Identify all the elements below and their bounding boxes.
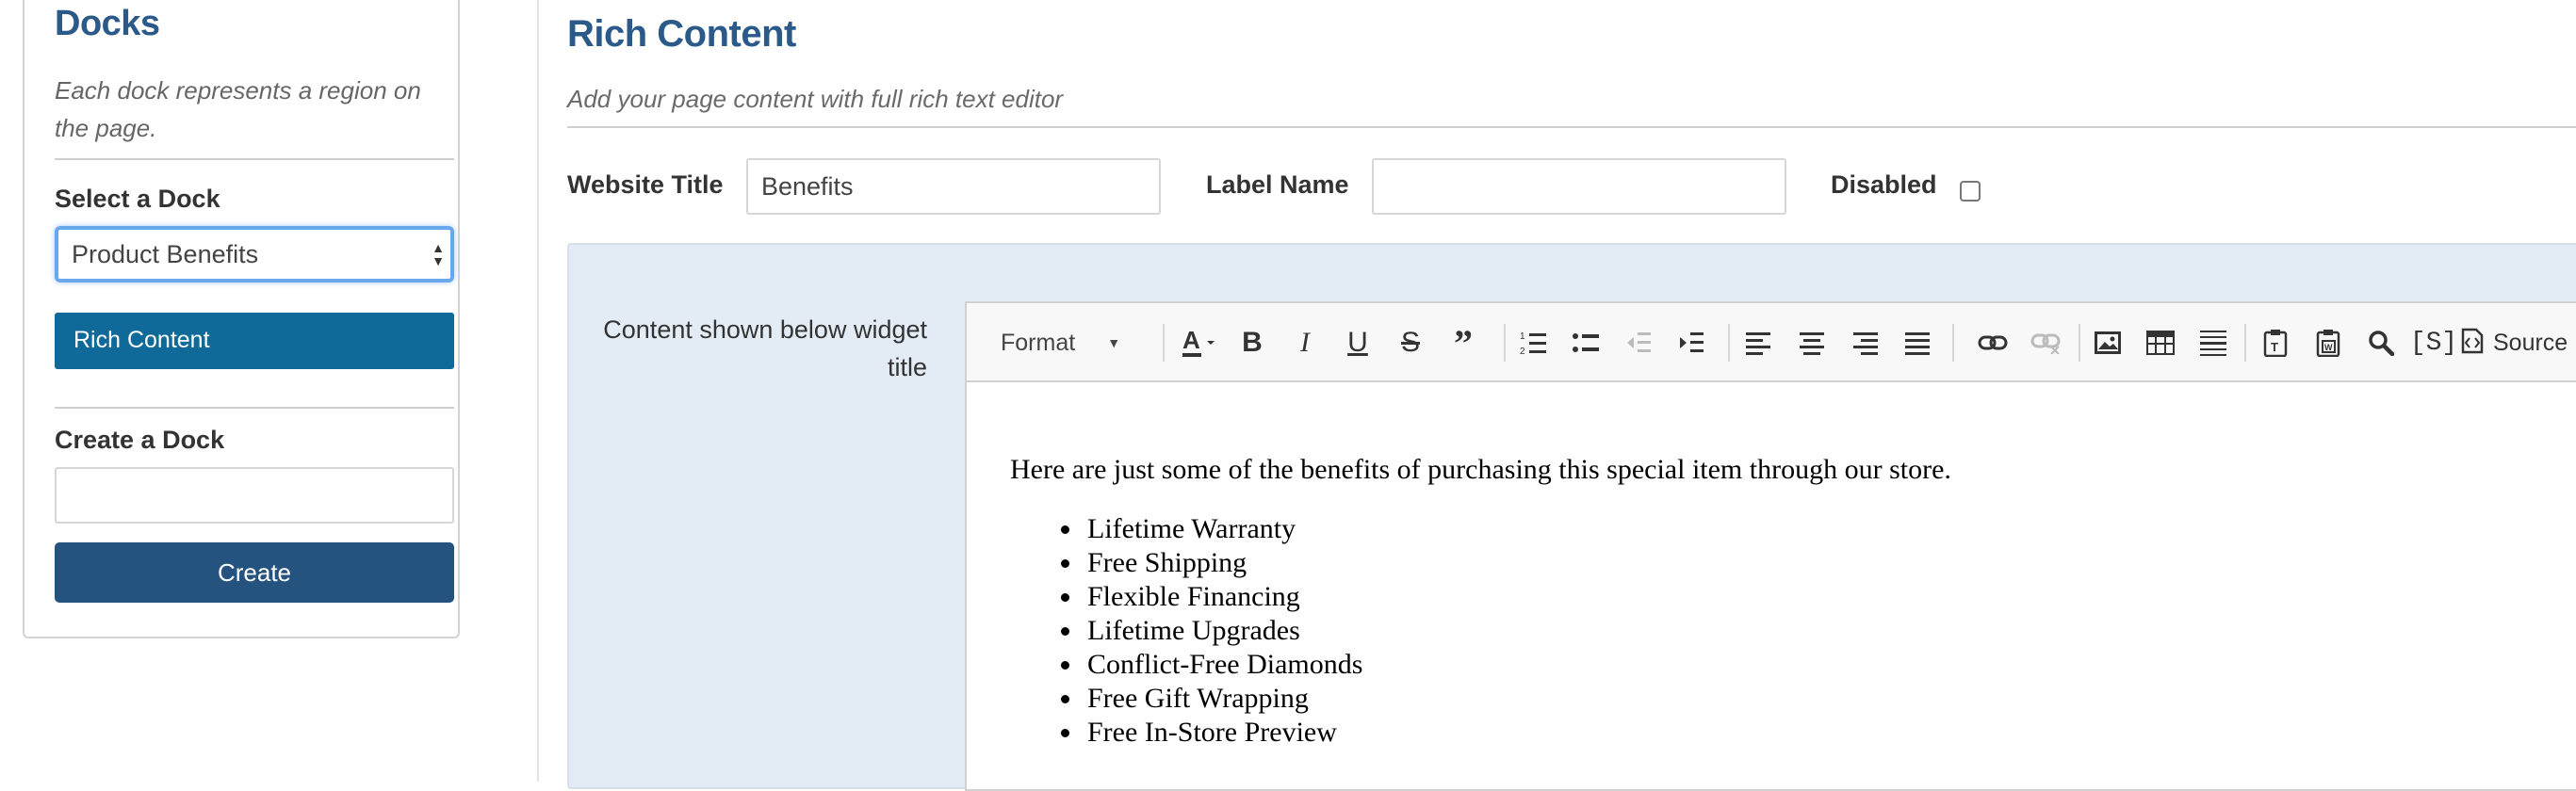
label-name-label: Label Name: [1206, 170, 1349, 199]
dock-select-value: Product Benefits: [72, 240, 259, 268]
toolbar-separator: [1728, 324, 1730, 362]
column-divider: [537, 0, 539, 782]
list-item: Free Shipping: [1084, 546, 2518, 580]
table-icon[interactable]: [2139, 324, 2182, 362]
list-item: Flexible Financing: [1084, 580, 2518, 614]
bold-icon[interactable]: B: [1231, 324, 1274, 362]
align-left-icon[interactable]: [1737, 324, 1781, 362]
source-label: Source: [2493, 329, 2568, 356]
source-button[interactable]: Source: [2461, 324, 2576, 362]
italic-icon[interactable]: I: [1283, 324, 1327, 362]
svg-text:T: T: [2271, 340, 2278, 354]
disabled-checkbox[interactable]: [1960, 181, 1981, 202]
docks-title: Docks: [55, 4, 160, 43]
create-dock-label: Create a Dock: [55, 426, 225, 454]
bulleted-list-icon[interactable]: [1564, 324, 1607, 362]
outdent-icon[interactable]: [1617, 324, 1660, 362]
text-color-icon[interactable]: A: [1176, 324, 1223, 362]
page-description: Add your page content with full rich tex…: [567, 85, 1064, 113]
divider: [567, 126, 2576, 128]
find-icon[interactable]: [2359, 324, 2403, 362]
intro-paragraph: Here are just some of the benefits of pu…: [1010, 454, 1951, 485]
toolbar-separator: [1504, 324, 1506, 362]
blockquote-icon[interactable]: ”: [1442, 322, 1485, 364]
list-item: Lifetime Upgrades: [1084, 614, 2518, 648]
paste-word-icon[interactable]: W: [2307, 324, 2350, 362]
align-center-icon[interactable]: [1790, 324, 1834, 362]
paste-text-icon[interactable]: T: [2254, 324, 2297, 362]
toolbar-separator: [1163, 324, 1165, 362]
strikethrough-icon[interactable]: S: [1389, 324, 1432, 362]
special-char-icon[interactable]: [S]: [2410, 324, 2457, 362]
disabled-label: Disabled: [1831, 170, 1937, 199]
svg-text:A: A: [1182, 326, 1200, 354]
select-dock-label: Select a Dock: [55, 185, 220, 213]
svg-text:1: 1: [1520, 331, 1525, 342]
label-name-input[interactable]: [1372, 158, 1786, 215]
chevron-down-icon: ▼: [1107, 335, 1121, 350]
website-title-label: Website Title: [567, 170, 724, 199]
numbered-list-icon[interactable]: 12: [1511, 324, 1555, 362]
justify-icon[interactable]: [1896, 324, 1939, 362]
dock-select[interactable]: Product Benefits ▲ ▼: [55, 226, 454, 282]
image-icon[interactable]: [2086, 324, 2129, 362]
list-item: Free In-Store Preview: [1084, 716, 2518, 750]
svg-text:2: 2: [1520, 347, 1525, 357]
create-dock-input[interactable]: [55, 467, 454, 524]
indent-icon[interactable]: [1670, 324, 1713, 362]
create-button[interactable]: Create: [55, 542, 454, 603]
list-item: Conflict-Free Diamonds: [1084, 648, 2518, 682]
rich-text-editor[interactable]: Format ▼ A B I U S ” 12 T W [S] Source H…: [965, 301, 2576, 791]
source-icon: [2461, 328, 2484, 359]
list-item: Free Gift Wrapping: [1084, 682, 2518, 716]
toolbar-separator: [1952, 324, 1954, 362]
underline-icon[interactable]: U: [1336, 324, 1379, 362]
docks-description: Each dock represents a region on the pag…: [55, 76, 421, 142]
format-label: Format: [1001, 329, 1076, 356]
website-title-input[interactable]: Benefits: [746, 158, 1161, 215]
benefits-list: Lifetime Warranty Free Shipping Flexible…: [1084, 512, 2518, 750]
divider: [55, 407, 454, 409]
format-dropdown[interactable]: Format ▼: [1001, 324, 1161, 362]
docks-panel: Docks Each dock represents a region on t…: [23, 0, 460, 638]
unlink-icon[interactable]: [2024, 324, 2067, 362]
editor-content[interactable]: Here are just some of the benefits of pu…: [1010, 454, 2518, 750]
horizontal-rule-icon[interactable]: [2192, 324, 2235, 362]
svg-text:W: W: [2324, 343, 2333, 352]
list-item: Lifetime Warranty: [1084, 512, 2518, 546]
rich-content-button[interactable]: Rich Content: [55, 313, 454, 369]
toolbar-separator: [2079, 324, 2080, 362]
link-icon[interactable]: [1971, 324, 2014, 362]
align-right-icon[interactable]: [1843, 324, 1886, 362]
select-arrows-icon: ▲ ▼: [432, 240, 445, 268]
editor-toolbar: Format ▼ A B I U S ” 12 T W [S] Source: [967, 303, 2576, 382]
divider: [55, 158, 454, 160]
page-title: Rich Content: [567, 13, 796, 55]
toolbar-separator: [2244, 324, 2246, 362]
content-label: Content shown below widget title: [603, 315, 927, 381]
